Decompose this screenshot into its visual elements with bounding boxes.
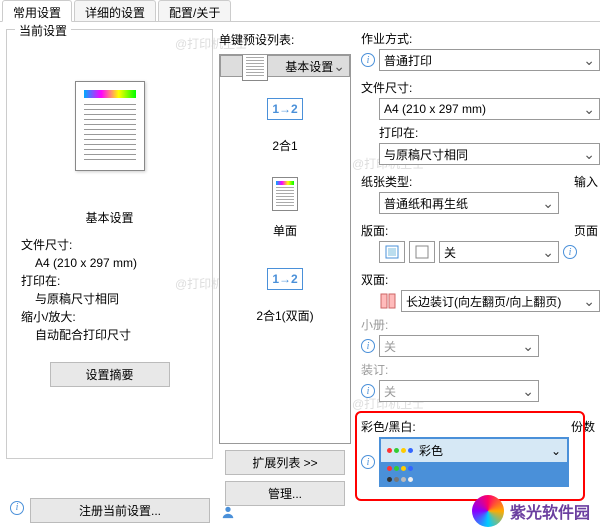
meta-label: 文件尺寸: [21,236,198,254]
page-layout-icon [385,245,399,259]
logo-icon [472,495,504,527]
form-panel: 作业方式: i 普通打印 文件尺寸: A4 (210 x 297 mm) 打印在… [355,22,600,531]
color-label: 彩色/黑白: [361,418,569,435]
duplex-icon [379,292,397,310]
doc-size-label: 文件尺寸: [361,79,600,96]
meta-label: 打印在: [21,272,198,290]
color-dropdown[interactable]: 彩色 ⌄ [379,437,569,487]
logo-overlay: 紫光软件园 [472,495,590,527]
tab-bar: 常用设置 详细的设置 配置/关于 [0,0,600,22]
input-tray-label: 输入 [574,173,598,190]
current-settings-title: 当前设置 [15,22,71,39]
info-icon[interactable]: i [361,53,375,67]
color-value: 彩色 [419,442,443,459]
job-method-label: 作业方式: [361,30,600,47]
duplex-label: 双面: [361,271,600,288]
staple-label: 装订: [361,361,600,378]
page-dir-label: 页面 [574,222,598,239]
bw-dots-icon [387,477,413,482]
info-icon[interactable]: i [361,455,375,469]
current-settings-panel: 当前设置 基本设置 文件尺寸: A4 (210 x 297 mm) 打印在: 与… [0,22,215,531]
color-dots-icon [387,448,413,453]
preset-title: 单键预设列表: [215,27,355,52]
color-dots-icon [387,466,413,471]
tab-common[interactable]: 常用设置 [2,0,72,22]
booklet-select[interactable]: 关 [379,335,539,357]
meta-value: 与原稿尺寸相同 [21,290,198,308]
preview-image [50,51,170,201]
preset-item-basic[interactable]: 基本设置 [220,55,350,77]
color-option-bw[interactable] [381,474,567,485]
layout-select[interactable]: 关 [439,241,559,263]
tab-detail[interactable]: 详细的设置 [74,0,156,21]
preset-label: 2合1 [220,137,350,154]
summary-button[interactable]: 设置摘要 [50,362,170,387]
manage-button[interactable]: 管理... [225,481,345,506]
print-on-select[interactable]: 与原稿尺寸相同 [379,143,600,165]
info-icon[interactable]: i [361,384,375,398]
doc-size-select[interactable]: A4 (210 x 297 mm) [379,98,600,120]
expand-list-button[interactable]: 扩展列表 >> [225,450,345,475]
duplex-select[interactable]: 长边装订(向左翻页/向上翻页) [401,290,600,312]
job-method-select[interactable]: 普通打印 [379,49,600,71]
doc-icon [272,177,298,211]
layout-label: 版面: [361,222,600,239]
paper-type-select[interactable]: 普通纸和再生纸 [379,192,559,214]
meta-label: 缩小/放大: [21,308,198,326]
paper-type-label: 纸张类型: [361,173,600,190]
preview-label: 基本设置 [13,209,206,226]
info-icon[interactable]: i [361,339,375,353]
color-selected[interactable]: 彩色 ⌄ [381,439,567,463]
user-icon [221,505,235,519]
booklet-label: 小册: [361,316,600,333]
info-icon[interactable]: i [563,245,577,259]
preset-list[interactable]: 基本设置 1→2 2合1 单面 1→2 2合1(双面) [219,54,351,444]
layout-next-button[interactable] [409,241,435,263]
logo-text: 紫光软件园 [510,499,590,523]
doc-icon [242,54,268,81]
onetwo-icon: 1→2 [267,268,303,290]
chevron-down-icon: ⌄ [551,444,561,458]
meta-value: A4 (210 x 297 mm) [21,254,198,272]
tab-config[interactable]: 配置/关于 [158,0,231,21]
layout-prev-button[interactable] [379,241,405,263]
copies-label: 份数 [571,418,595,435]
register-settings-button[interactable]: 注册当前设置... [30,498,210,523]
info-icon[interactable]: i [10,501,24,515]
preset-label: 2合1(双面) [220,307,350,324]
preset-item-2in1-duplex[interactable]: 1→2 2合1(双面) [220,247,350,332]
page-layout-icon [415,245,429,259]
settings-meta: 文件尺寸: A4 (210 x 297 mm) 打印在: 与原稿尺寸相同 缩小/… [13,236,206,344]
print-on-label: 打印在: [361,124,600,141]
preset-panel: 单键预设列表: 基本设置 1→2 2合1 单面 1→2 2合1(双面) 扩展列表… [215,22,355,531]
meta-value: 自动配合打印尺寸 [21,326,198,344]
color-option-color[interactable] [381,463,567,474]
preset-label: 基本设置 [285,58,333,75]
preset-label: 单面 [220,222,350,239]
onetwo-icon: 1→2 [267,98,303,120]
preset-item-single[interactable]: 单面 [220,162,350,247]
staple-select[interactable]: 关 [379,380,539,402]
preset-item-2in1[interactable]: 1→2 2合1 [220,77,350,162]
